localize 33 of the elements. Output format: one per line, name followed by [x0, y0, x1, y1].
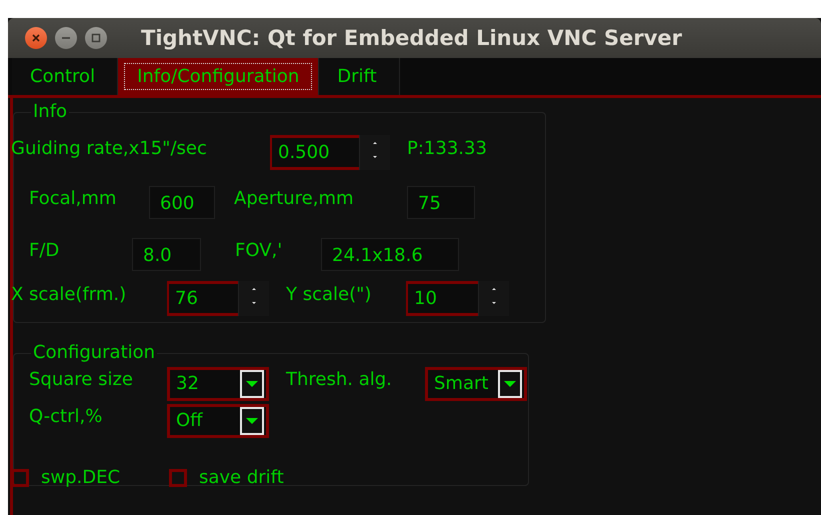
- spin-box[interactable]: 76: [167, 281, 269, 316]
- field-label: Focal,mm: [29, 188, 118, 209]
- checkbox-label: save drift: [199, 467, 284, 488]
- maximize-icon: [91, 33, 101, 43]
- minimize-button[interactable]: [55, 27, 77, 49]
- tab[interactable]: Info/Configuration: [118, 58, 320, 95]
- spin-box[interactable]: 0.500: [270, 135, 390, 170]
- field-label: Aperture,mm: [234, 188, 355, 209]
- field-label: FOV,': [235, 240, 284, 261]
- checkbox[interactable]: [11, 468, 29, 486]
- field-label: Square size: [29, 369, 134, 390]
- field-label: Guiding rate,x15"/sec: [11, 138, 208, 159]
- input-field[interactable]: 24.1x18.6: [321, 238, 459, 271]
- field-label: Q-ctrl,%: [29, 406, 104, 427]
- close-icon: [31, 33, 41, 43]
- field-label: F/D: [29, 240, 60, 261]
- checkbox[interactable]: [169, 468, 187, 486]
- dropdown[interactable]: Off: [167, 404, 269, 438]
- maximize-button[interactable]: [85, 27, 107, 49]
- checkbox-label: swp.DEC: [41, 467, 120, 488]
- field-label: Y scale("): [286, 284, 372, 305]
- input-field[interactable]: 8.0: [132, 238, 201, 271]
- window-title: TightVNC: Qt for Embedded Linux VNC Server: [141, 26, 682, 50]
- input-field[interactable]: 75: [407, 186, 475, 219]
- group-title: Configuration: [31, 343, 158, 363]
- close-button[interactable]: [25, 27, 47, 49]
- field-label: P:133.33: [407, 138, 488, 159]
- dropdown[interactable]: 32: [167, 366, 269, 400]
- input-field[interactable]: 600: [149, 186, 215, 219]
- dropdown[interactable]: Smart: [425, 366, 527, 400]
- spin-box[interactable]: 10: [406, 281, 509, 316]
- field-label: Thresh. alg.: [286, 369, 393, 390]
- field-label: X scale(frm.): [11, 284, 128, 305]
